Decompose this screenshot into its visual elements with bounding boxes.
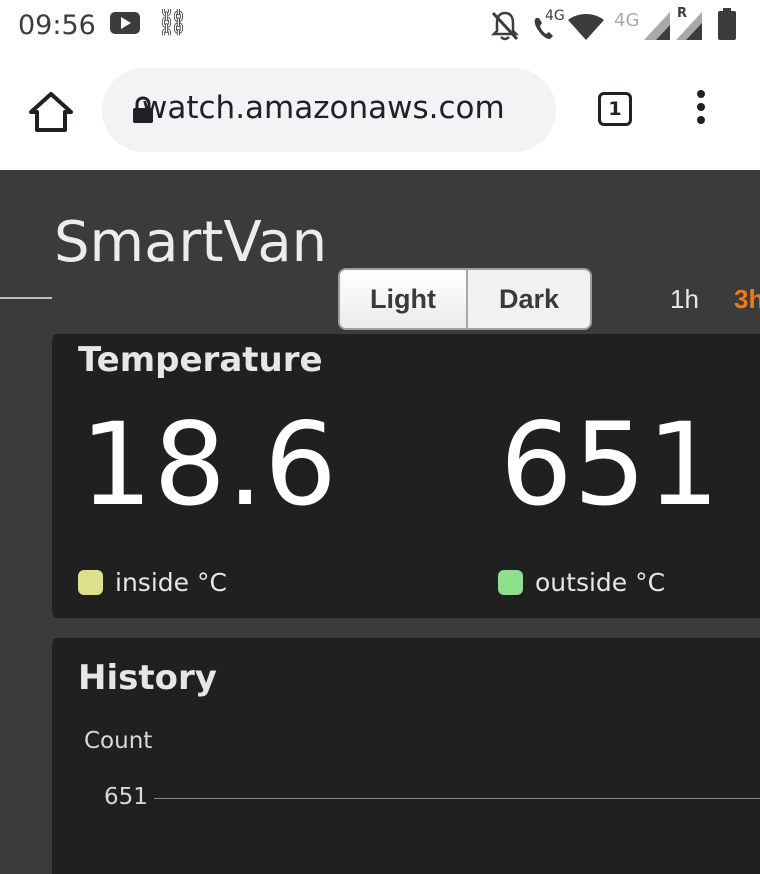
inside-label: inside °C (115, 568, 227, 597)
signal-4g-icon (644, 12, 670, 40)
outside-label: outside °C (535, 568, 666, 597)
dashboard: SmartVan Light Dark 1h 3h Temperature 18… (0, 170, 760, 874)
network-4g-label: 4G (614, 10, 640, 31)
status-bar: 09:56 ⛓ 4G 4G R (0, 0, 760, 52)
battery-icon (718, 8, 736, 40)
theme-light-button[interactable]: Light (340, 270, 468, 328)
browser-toolbar: watch.amazonaws.com 1 (0, 52, 760, 170)
signal-roaming-icon (676, 12, 702, 40)
inside-swatch (78, 570, 103, 595)
inside-temperature-value: 18.6 (80, 398, 338, 531)
history-panel: History Count 651 (52, 638, 760, 874)
wifi-icon (568, 14, 604, 40)
home-icon[interactable] (28, 90, 74, 134)
temperature-title: Temperature (78, 340, 323, 380)
link-icon: ⛓ (156, 8, 190, 38)
status-time: 09:56 (18, 10, 96, 41)
more-vert-icon[interactable] (690, 90, 712, 130)
address-bar[interactable]: watch.amazonaws.com (102, 68, 556, 152)
tabs-button[interactable]: 1 (598, 92, 632, 126)
legend-outside[interactable]: outside °C (498, 568, 665, 597)
outside-swatch (498, 570, 523, 595)
legend-inside[interactable]: inside °C (78, 568, 227, 597)
url-text: watch.amazonaws.com (142, 90, 505, 126)
dashboard-title: SmartVan (54, 210, 328, 275)
theme-toggle: Light Dark (338, 268, 592, 330)
history-grid-line (154, 798, 760, 799)
range-1h-link[interactable]: 1h (670, 284, 699, 315)
temperature-panel: Temperature 18.6 651 inside °C outside °… (52, 334, 760, 618)
history-title: History (78, 658, 217, 698)
history-axis-title: Count (84, 728, 153, 754)
notifications-off-icon (490, 11, 520, 41)
history-tick-label: 651 (104, 784, 148, 810)
youtube-icon (110, 12, 140, 34)
network-4g-call-label: 4G (545, 8, 565, 24)
theme-dark-button[interactable]: Dark (467, 270, 590, 328)
range-3h-link[interactable]: 3h (734, 284, 760, 315)
outside-temperature-value: 651 (500, 398, 721, 531)
header-divider (0, 297, 52, 299)
